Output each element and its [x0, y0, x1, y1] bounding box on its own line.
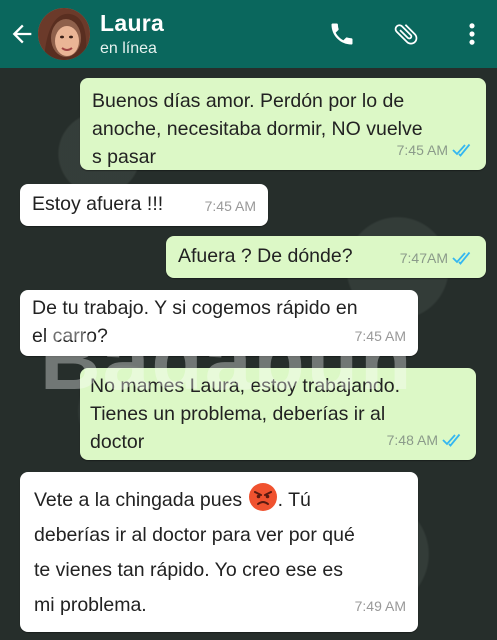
avatar[interactable]	[38, 8, 90, 60]
message-text: Vete a la chingada pues . Tú deberías ir…	[34, 482, 404, 623]
read-ticks-icon	[452, 143, 471, 157]
message-meta: 7:48 AM	[387, 426, 464, 454]
message-text: De tu trabajo. Y si cogemos rápido en el…	[32, 297, 358, 347]
message-time: 7:45 AM	[396, 142, 448, 158]
back-arrow-icon[interactable]	[8, 20, 36, 48]
message-time: 7:47AM	[399, 250, 448, 266]
paperclip-icon[interactable]	[392, 20, 420, 48]
message-time: 7:48 AM	[386, 432, 438, 448]
angry-face-emoji	[248, 483, 277, 511]
message-incoming[interactable]: Vete a la chingada pues . Tú deberías ir…	[20, 472, 418, 632]
read-ticks-icon	[452, 251, 471, 265]
message-meta: 7:49 AM	[355, 589, 406, 624]
message-outgoing[interactable]: No mames Laura, estoy trabajando. Tienes…	[80, 368, 476, 460]
chat-header: Laura en línea	[0, 0, 497, 68]
message-outgoing[interactable]: Buenos días amor. Perdón por lo de anoch…	[80, 78, 486, 170]
message-meta: 7:47AM	[400, 244, 474, 272]
message-meta: 7:45 AM	[397, 136, 474, 164]
more-vert-icon[interactable]	[458, 20, 486, 48]
message-incoming[interactable]: Estoy afuera !!! 7:45 AM	[20, 184, 268, 226]
message-meta: 7:45 AM	[205, 192, 256, 220]
contact-status: en línea	[100, 40, 157, 57]
contact-name[interactable]: Laura	[100, 10, 164, 37]
read-ticks-icon	[442, 433, 461, 447]
message-text-part: Vete a la chingada pues	[34, 489, 243, 511]
message-time: 7:49 AM	[354, 598, 406, 614]
message-incoming[interactable]: De tu trabajo. Y si cogemos rápido en el…	[20, 290, 418, 356]
message-time: 7:45 AM	[204, 198, 256, 214]
message-meta: 7:45 AM	[355, 322, 406, 350]
message-time: 7:45 AM	[354, 328, 406, 344]
phone-icon[interactable]	[328, 20, 356, 48]
message-outgoing[interactable]: Afuera ? De dónde? 7:47AM	[166, 236, 486, 278]
